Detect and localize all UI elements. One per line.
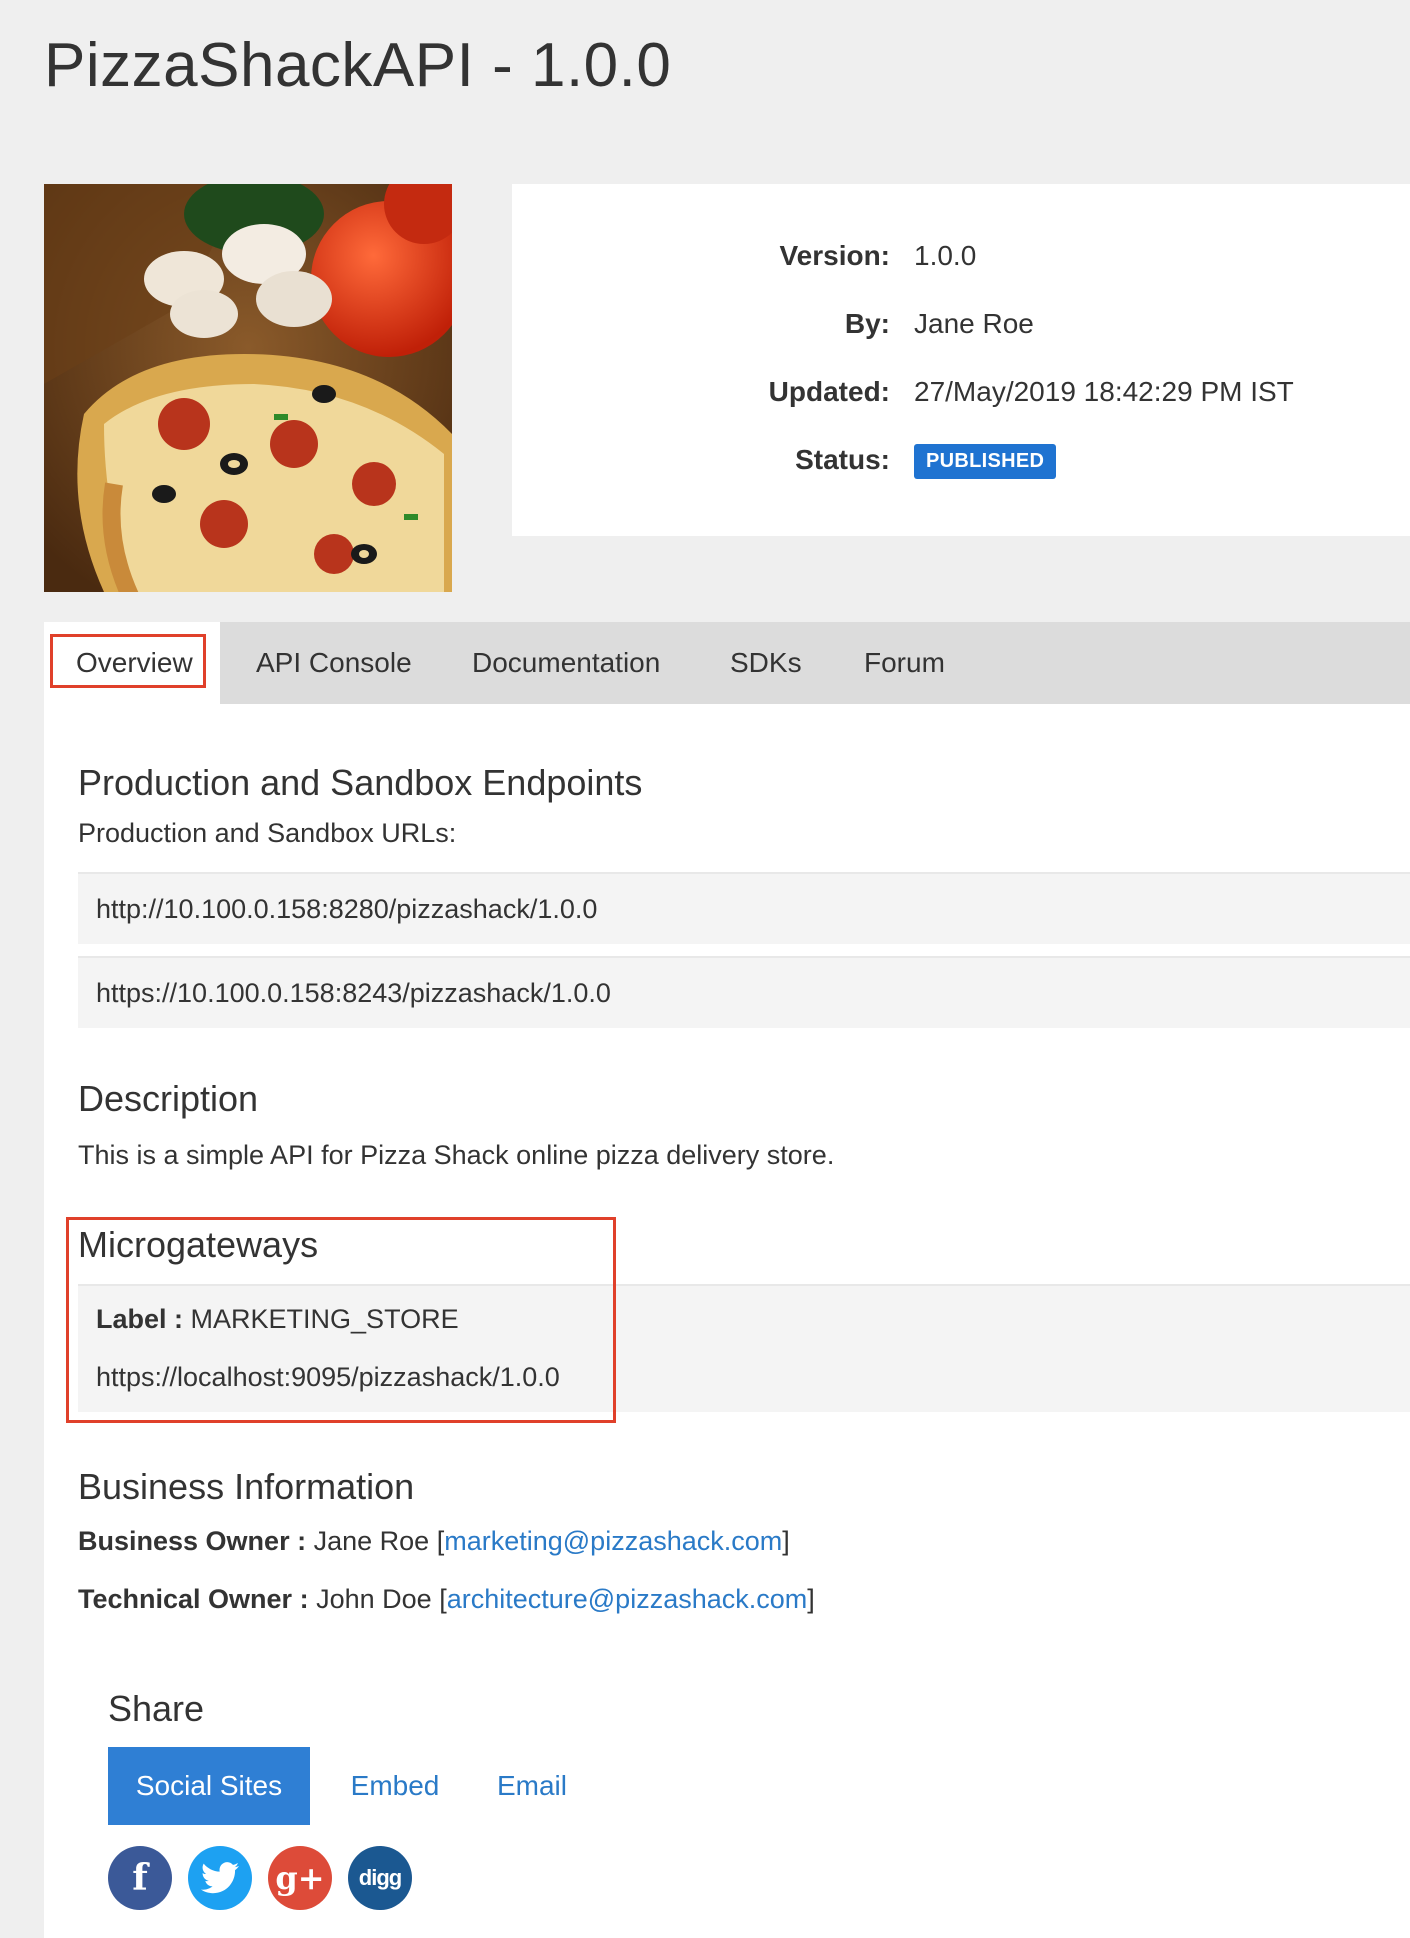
share-tab-social-sites-label: Social Sites (135, 1770, 283, 1801)
description-title: Description (78, 1078, 259, 1119)
tab-overview[interactable]: Overview (44, 622, 220, 704)
tab-documentation-label: Documentation (472, 647, 661, 678)
bracket-close: ] (782, 1526, 790, 1556)
updated-label: Updated: (768, 376, 890, 407)
endpoints-title: Production and Sandbox Endpoints (78, 762, 643, 803)
version-value: 1.0.0 (914, 240, 977, 271)
twitter-icon[interactable] (188, 1846, 252, 1910)
author-row: By: Jane Roe (512, 308, 1410, 348)
technical-owner-row: Technical Owner : John Doe [architecture… (78, 1584, 815, 1615)
tab-documentation[interactable]: Documentation (472, 622, 660, 704)
digg-icon[interactable]: digg (348, 1846, 412, 1910)
tab-sdks[interactable]: SDKs (730, 622, 802, 704)
status-row: Status: PUBLISHED (512, 444, 1410, 484)
business-info-title: Business Information (78, 1466, 415, 1507)
updated-row: Updated: 27/May/2019 18:42:29 PM IST (512, 376, 1410, 416)
share-tab-email-label: Email (496, 1770, 567, 1801)
tab-api-console[interactable]: API Console (256, 622, 412, 704)
page-title: PizzaShackAPI - 1.0.0 (44, 31, 672, 100)
facebook-icon[interactable]: f (108, 1846, 172, 1910)
business-owner-email-link[interactable]: marketing@pizzashack.com (444, 1526, 782, 1556)
business-owner-row: Business Owner : Jane Roe [marketing@piz… (78, 1526, 790, 1557)
version-label: Version: (779, 240, 890, 271)
version-row: Version: 1.0.0 (512, 240, 1410, 280)
author-label: By: (844, 308, 890, 339)
technical-owner-email-link[interactable]: architecture@pizzashack.com (447, 1584, 808, 1614)
share-tab-email[interactable]: Email (482, 1747, 582, 1825)
production-url-box: http://10.100.0.158:8280/pizzashack/1.0.… (78, 872, 1410, 944)
author-value: Jane Roe (914, 308, 1034, 339)
business-owner-label: Business Owner : (78, 1526, 307, 1556)
share-tab-embed[interactable]: Embed (342, 1747, 448, 1825)
business-owner-name: Jane Roe (313, 1526, 430, 1556)
google-plus-icon[interactable]: g+ (268, 1846, 332, 1910)
share-tab-social-sites[interactable]: Social Sites (108, 1747, 310, 1825)
overview-content: Production and Sandbox Endpoints Product… (44, 704, 1410, 1938)
tab-forum-label: Forum (864, 647, 945, 678)
share-tab-embed-label: Embed (350, 1770, 440, 1801)
bracket-open: [ (439, 1584, 447, 1614)
status-badge: PUBLISHED (914, 444, 1057, 479)
share-title: Share (108, 1688, 205, 1729)
bracket-close: ] (807, 1584, 815, 1614)
technical-owner-label: Technical Owner : (78, 1584, 309, 1614)
tab-overview-label: Overview (76, 647, 193, 678)
api-tabs: Overview API Console Documentation SDKs … (44, 622, 1410, 704)
api-thumbnail-image (44, 184, 452, 592)
tab-sdks-label: SDKs (730, 647, 802, 678)
tab-forum[interactable]: Forum (864, 622, 945, 704)
updated-value: 27/May/2019 18:42:29 PM IST (914, 376, 1294, 407)
sandbox-url[interactable]: https://10.100.0.158:8243/pizzashack/1.0… (96, 978, 611, 1009)
production-url[interactable]: http://10.100.0.158:8280/pizzashack/1.0.… (96, 894, 597, 925)
technical-owner-name: John Doe (316, 1584, 432, 1614)
tab-api-console-label: API Console (256, 647, 412, 678)
sandbox-url-box: https://10.100.0.158:8243/pizzashack/1.0… (78, 956, 1410, 1028)
description-text: This is a simple API for Pizza Shack onl… (78, 1140, 835, 1170)
api-info-panel: Version: 1.0.0 By: Jane Roe Updated: 27/… (512, 184, 1410, 536)
status-label: Status: (795, 444, 890, 475)
microgateways-highlight-box (66, 1217, 616, 1423)
endpoints-subtitle: Production and Sandbox URLs: (78, 818, 457, 848)
